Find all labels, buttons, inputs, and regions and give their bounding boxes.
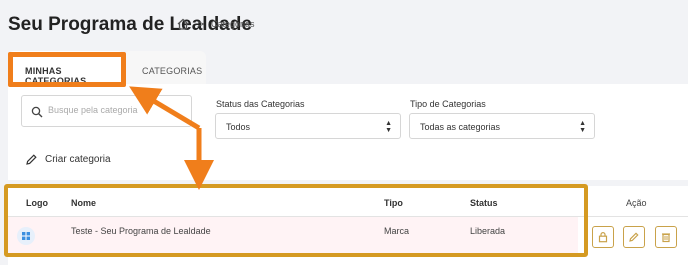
arrow-to-tab [129, 86, 201, 131]
annotation-arrows [129, 86, 214, 190]
